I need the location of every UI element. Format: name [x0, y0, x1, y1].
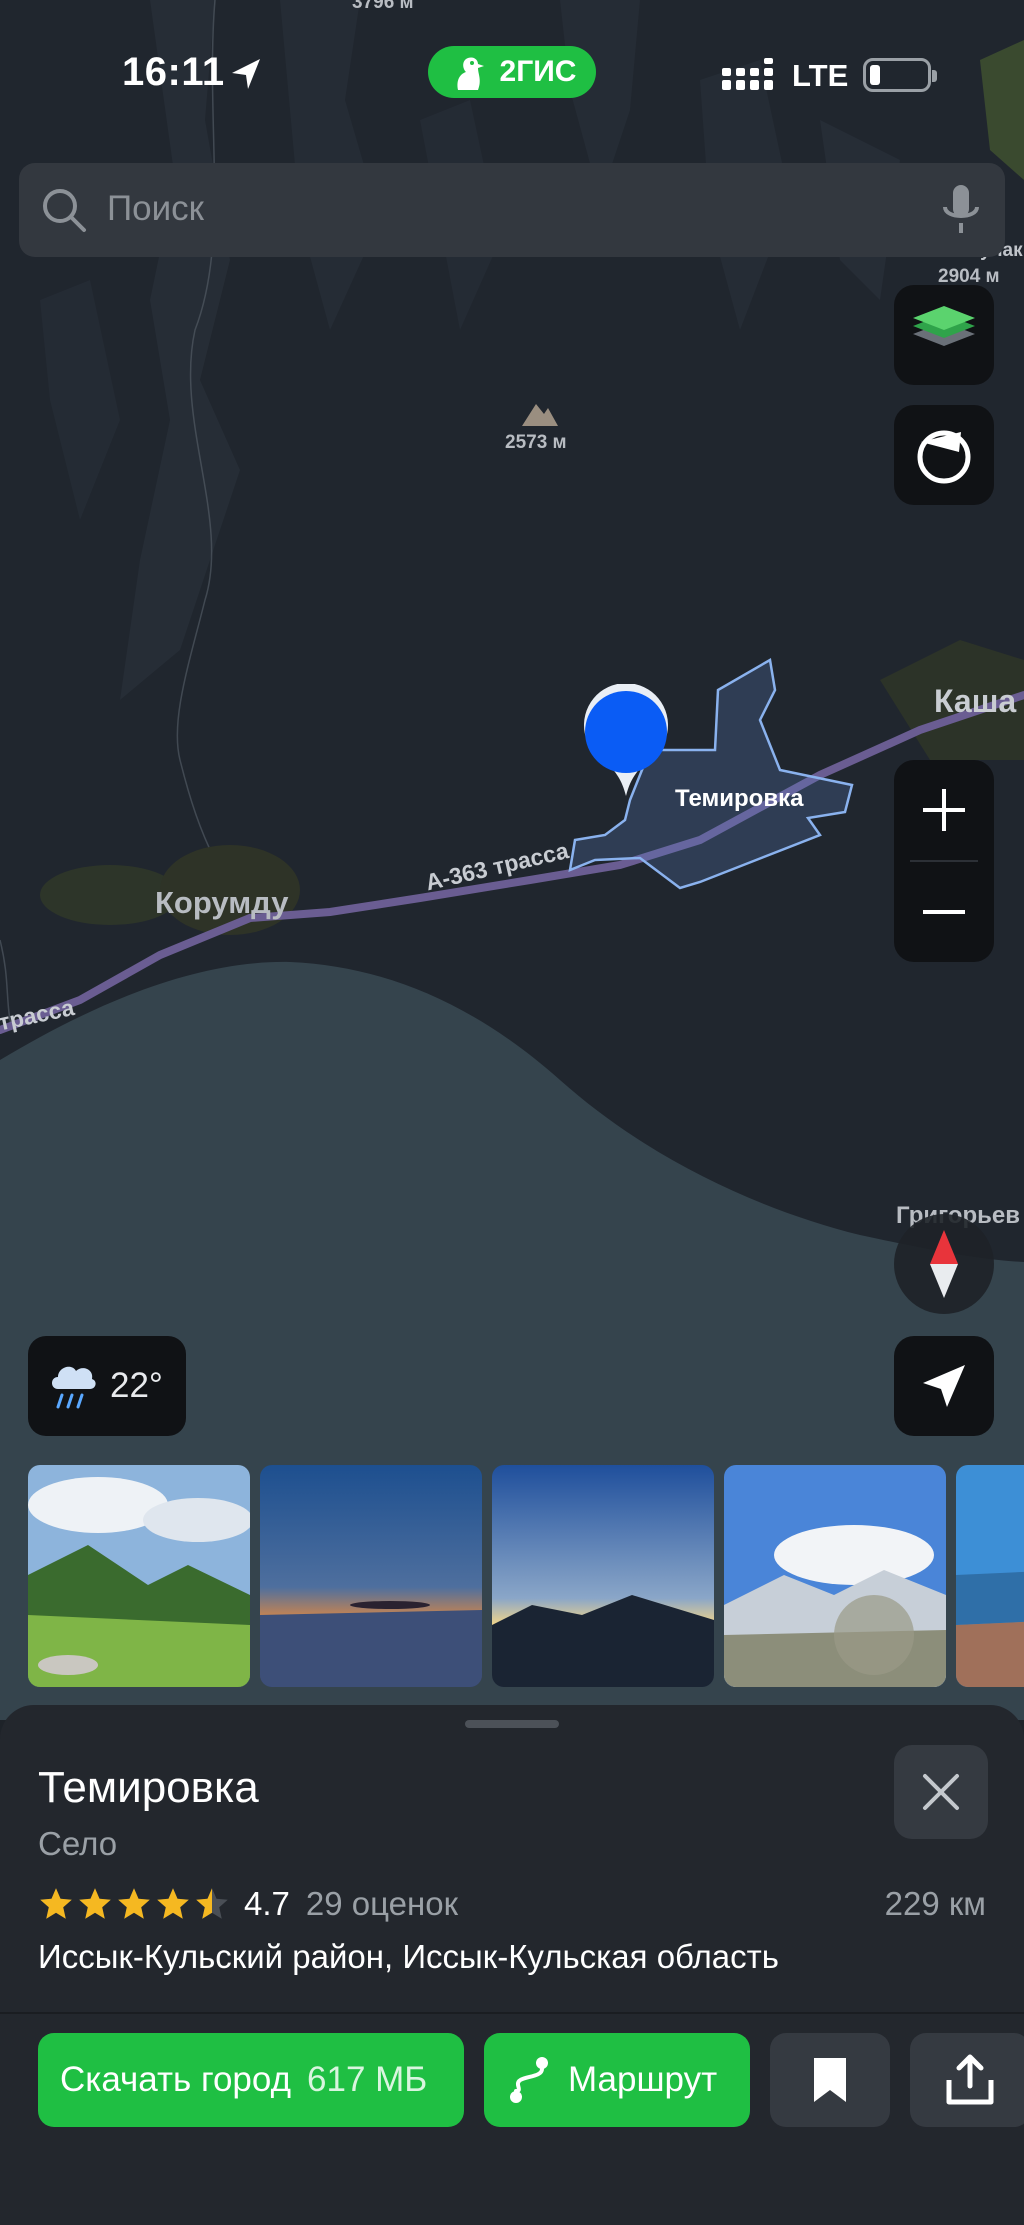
star-icon	[196, 1888, 228, 1919]
star-icon	[79, 1888, 111, 1919]
search-icon	[43, 189, 86, 232]
zoom-out-button[interactable]	[894, 862, 994, 962]
rating-row[interactable]: 4.7 29 оценок	[38, 1881, 458, 1927]
location-pin-icon[interactable]	[578, 684, 674, 802]
star-icon	[157, 1888, 189, 1919]
status-time: 16:11	[122, 50, 225, 94]
download-label: Скачать город	[60, 2060, 292, 2099]
close-icon	[923, 1774, 959, 1810]
close-button[interactable]	[894, 1745, 988, 1839]
map-view[interactable]: 3796 м Чоп-Булак 2904 м 2573 м Каша Теми…	[0, 0, 1024, 1720]
search-input[interactable]: Поиск	[107, 189, 204, 229]
weather-widget[interactable]: 22°	[28, 1336, 186, 1436]
brand-badge[interactable]: 2ГИС	[428, 46, 596, 98]
mountain-peak-icon	[522, 404, 558, 426]
photo-carousel[interactable]	[28, 1465, 1024, 1687]
place-type: Село	[38, 1825, 118, 1862]
place-card: Темировка Село 4.7 29 оценок 229 км Иссы…	[0, 1705, 1024, 2225]
village-label[interactable]: Корумду	[155, 885, 288, 921]
zoom-controls	[894, 760, 994, 962]
route-label: Маршрут	[568, 2060, 718, 2099]
traffic-button[interactable]	[894, 405, 994, 505]
village-label[interactable]: Каша	[934, 683, 1016, 720]
peak-label: 3796 м	[352, 0, 414, 13]
share-button[interactable]	[910, 2033, 1024, 2127]
place-photo[interactable]	[28, 1465, 250, 1687]
star-icon	[118, 1888, 150, 1919]
search-bar[interactable]: Поиск	[19, 163, 1005, 257]
place-title: Темировка	[38, 1763, 259, 1812]
network-type: LTE	[792, 58, 849, 93]
place-photo[interactable]	[492, 1465, 714, 1687]
place-photo[interactable]	[724, 1465, 946, 1687]
compass-button[interactable]	[894, 1214, 994, 1314]
location-arrow-icon	[232, 59, 260, 89]
rating-stars	[38, 1886, 230, 1922]
sheet-handle[interactable]	[465, 1720, 559, 1728]
action-bar: Скачать город 617 МБ Маршрут	[0, 2033, 1024, 2127]
zoom-in-button[interactable]	[894, 760, 994, 860]
plus-icon	[923, 789, 965, 831]
star-icon	[40, 1888, 72, 1919]
minus-icon	[923, 910, 965, 914]
navigation-arrow-icon	[923, 1365, 965, 1407]
bookmark-icon	[814, 2058, 846, 2102]
brand-label: 2ГИС	[499, 55, 577, 88]
place-photo[interactable]	[260, 1465, 482, 1687]
download-city-button[interactable]: Скачать город 617 МБ	[38, 2033, 464, 2127]
battery-icon	[863, 58, 937, 92]
layers-icon	[913, 306, 975, 346]
rain-cloud-icon	[52, 1366, 96, 1409]
divider	[0, 2012, 1024, 2014]
layers-button[interactable]	[894, 285, 994, 385]
review-count[interactable]: 29 оценок	[306, 1885, 458, 1923]
weather-temperature: 22°	[110, 1366, 163, 1405]
status-bar: 16:11 2ГИС LTE	[0, 40, 1024, 110]
place-photo[interactable]	[956, 1465, 1024, 1687]
brand-logo-icon	[457, 57, 484, 90]
microphone-icon[interactable]	[941, 183, 981, 237]
place-address: Иссык-Кульский район, Иссык-Кульская обл…	[38, 1938, 779, 1975]
route-button[interactable]: Маршрут	[484, 2033, 750, 2127]
distance-label: 229 км	[884, 1885, 986, 1922]
cellular-signal-icon	[722, 58, 773, 90]
route-icon	[510, 2057, 548, 2103]
bookmark-button[interactable]	[770, 2033, 890, 2127]
rating-value: 4.7	[244, 1885, 290, 1922]
peak-label: 2573 м	[505, 432, 567, 453]
download-size: 617 МБ	[307, 2060, 428, 2099]
share-icon	[946, 2054, 994, 2105]
selected-place-label[interactable]: Темировка	[675, 785, 803, 813]
my-location-button[interactable]	[894, 1336, 994, 1436]
compass-icon	[930, 1230, 958, 1298]
traffic-icon	[917, 430, 971, 484]
